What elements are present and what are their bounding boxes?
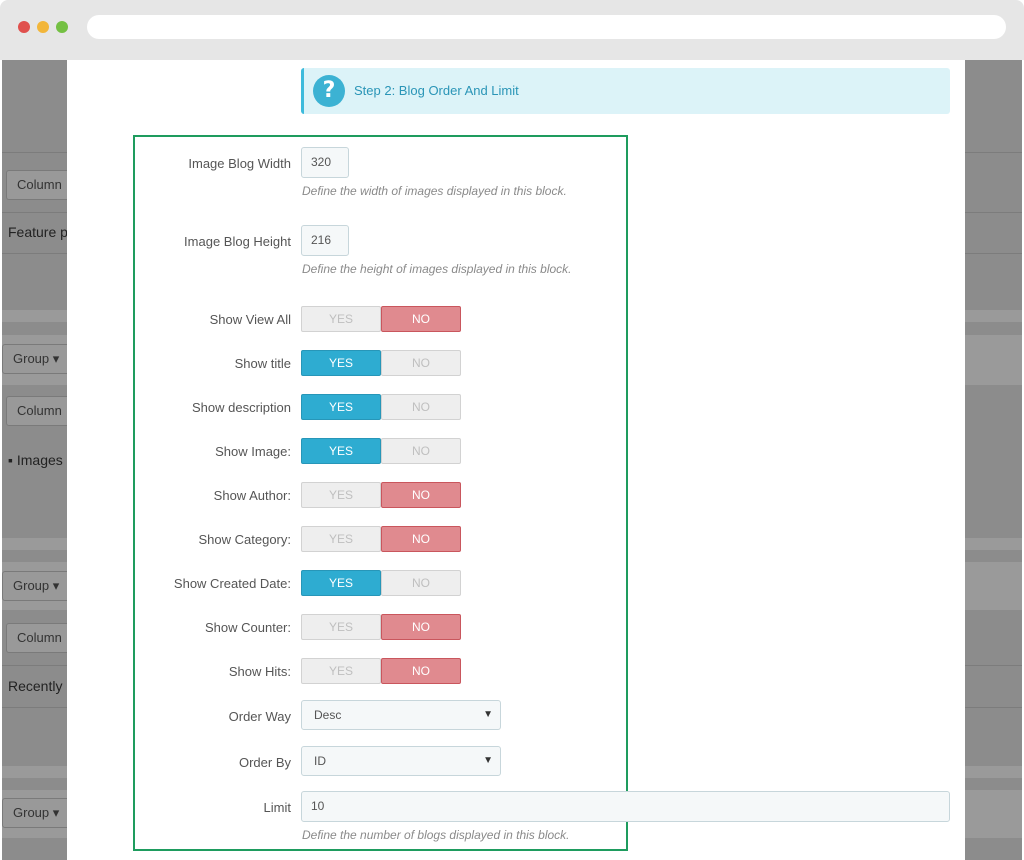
bg-group-dropdown-3: Group ▾	[2, 798, 71, 828]
image-width-help: Define the width of images displayed in …	[302, 184, 567, 198]
question-circle-icon: ?	[313, 75, 345, 107]
yes-option[interactable]: YES	[301, 658, 381, 684]
toggle-label: Show Image:	[215, 444, 291, 459]
toggle-label: Show description	[192, 400, 291, 415]
image-width-input[interactable]: 320	[301, 147, 349, 178]
yes-option[interactable]: YES	[301, 438, 381, 464]
created-date-switch[interactable]: YES NO	[301, 570, 461, 596]
bg-column-button-3: Column	[6, 623, 73, 653]
minimize-window-dot[interactable]	[37, 21, 49, 33]
bg-feature-text: Feature p	[8, 224, 68, 240]
bg-group-dropdown: Group ▾	[2, 344, 71, 374]
toggle-label: Show title	[234, 356, 291, 371]
step-alert: ? Step 2: Blog Order And Limit	[301, 68, 950, 114]
category-switch[interactable]: YES NO	[301, 526, 461, 552]
step-title: Step 2: Blog Order And Limit	[354, 83, 519, 98]
description-switch[interactable]: YES NO	[301, 394, 461, 420]
limit-label: Limit	[263, 800, 291, 815]
order-way-label: Order Way	[228, 709, 291, 724]
no-option[interactable]: NO	[381, 526, 461, 552]
order-by-value: ID	[314, 754, 326, 768]
bg-column-button: Column	[6, 170, 73, 200]
no-option[interactable]: NO	[381, 350, 461, 376]
toggle-label: Show Category:	[198, 532, 292, 547]
no-option[interactable]: NO	[381, 306, 461, 332]
bg-column-button-2: Column	[6, 396, 73, 426]
no-option[interactable]: NO	[381, 658, 461, 684]
yes-option[interactable]: YES	[301, 614, 381, 640]
yes-option[interactable]: YES	[301, 350, 381, 376]
title-switch[interactable]: YES NO	[301, 350, 461, 376]
yes-option[interactable]: YES	[301, 482, 381, 508]
yes-option[interactable]: YES	[301, 306, 381, 332]
yes-option[interactable]: YES	[301, 394, 381, 420]
caret-down-icon: ▼	[483, 755, 493, 766]
yes-option[interactable]: YES	[301, 526, 381, 552]
toggle-label: Show View All	[209, 312, 291, 327]
no-option[interactable]: NO	[381, 394, 461, 420]
blog-settings-modal: ? Step 2: Blog Order And Limit Image Blo…	[67, 60, 965, 860]
image-height-label: Image Blog Height	[184, 234, 291, 249]
no-option[interactable]: NO	[381, 570, 461, 596]
counter-switch[interactable]: YES NO	[301, 614, 461, 640]
order-by-select[interactable]: ID ▼	[301, 746, 501, 776]
image-switch[interactable]: YES NO	[301, 438, 461, 464]
hits-switch[interactable]: YES NO	[301, 658, 461, 684]
toggle-label: Show Counter:	[205, 620, 291, 635]
no-option[interactable]: NO	[381, 614, 461, 640]
limit-help: Define the number of blogs displayed in …	[302, 828, 570, 842]
author-switch[interactable]: YES NO	[301, 482, 461, 508]
maximize-window-dot[interactable]	[56, 21, 68, 33]
toggle-label: Show Author:	[213, 488, 291, 503]
order-way-value: Desc	[314, 708, 342, 722]
close-window-dot[interactable]	[18, 21, 30, 33]
toggle-label: Show Hits:	[228, 664, 291, 679]
yes-option[interactable]: YES	[301, 570, 381, 596]
image-width-label: Image Blog Width	[188, 156, 291, 171]
no-option[interactable]: NO	[381, 482, 461, 508]
order-by-label: Order By	[238, 755, 291, 770]
order-way-select[interactable]: Desc ▼	[301, 700, 501, 730]
no-option[interactable]: NO	[381, 438, 461, 464]
image-height-input[interactable]: 216	[301, 225, 349, 256]
toggle-label: Show Created Date:	[173, 576, 291, 591]
browser-chrome	[0, 0, 1024, 60]
view-all-switch[interactable]: YES NO	[301, 306, 461, 332]
bg-group-dropdown-2: Group ▾	[2, 571, 71, 601]
limit-input[interactable]: 10	[301, 791, 950, 822]
bg-images-text: ▪ Images	[8, 452, 63, 468]
address-bar[interactable]	[87, 15, 1006, 39]
image-height-help: Define the height of images displayed in…	[302, 262, 572, 276]
bg-recently-text: Recently	[8, 678, 63, 694]
caret-down-icon: ▼	[483, 709, 493, 720]
